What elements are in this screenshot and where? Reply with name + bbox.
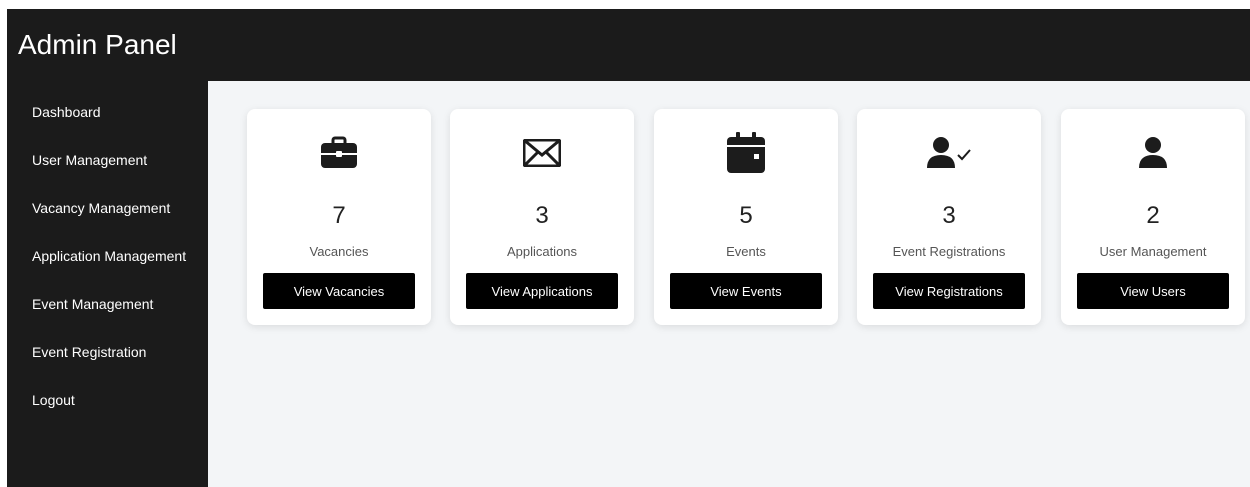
vacancies-card: 7 Vacancies View Vacancies: [247, 109, 431, 325]
event-registrations-count: 3: [942, 202, 956, 229]
admin-app: Admin Panel Dashboard User Management Va…: [7, 9, 1250, 487]
view-registrations-button[interactable]: View Registrations: [873, 273, 1025, 309]
user-icon: [1061, 133, 1245, 173]
envelope-icon: [450, 133, 634, 173]
vacancies-label: Vacancies: [309, 244, 369, 259]
briefcase-icon: [247, 133, 431, 173]
events-count: 5: [739, 202, 753, 229]
events-card: 5 Events View Events: [654, 109, 838, 325]
sidebar-item-user-management[interactable]: User Management: [32, 151, 147, 169]
applications-count: 3: [535, 202, 549, 229]
page-title: Admin Panel: [18, 29, 177, 60]
applications-card: 3 Applications View Applications: [450, 109, 634, 325]
user-management-label: User Management: [1099, 244, 1207, 259]
events-label: Events: [726, 244, 766, 259]
sidebar-item-event-registration[interactable]: Event Registration: [32, 343, 146, 361]
event-registrations-label: Event Registrations: [892, 244, 1006, 259]
sidebar-item-dashboard[interactable]: Dashboard: [32, 103, 101, 121]
view-applications-button[interactable]: View Applications: [466, 273, 618, 309]
user-management-card: 2 User Management View Users: [1061, 109, 1245, 325]
sidebar-item-event-management[interactable]: Event Management: [32, 295, 153, 313]
user-management-count: 2: [1146, 202, 1160, 229]
event-registrations-card: 3 Event Registrations View Registrations: [857, 109, 1041, 325]
sidebar-item-logout[interactable]: Logout: [32, 391, 75, 409]
sidebar: Dashboard User Management Vacancy Manage…: [7, 81, 208, 487]
view-users-button[interactable]: View Users: [1077, 273, 1229, 309]
calendar-icon: [654, 132, 838, 173]
view-events-button[interactable]: View Events: [670, 273, 822, 309]
user-check-icon: [857, 133, 1041, 173]
sidebar-item-vacancy-management[interactable]: Vacancy Management: [32, 199, 170, 217]
vacancies-count: 7: [332, 202, 346, 229]
top-bar: Admin Panel: [7, 9, 1250, 81]
sidebar-item-application-management[interactable]: Application Management: [32, 247, 186, 265]
applications-label: Applications: [506, 244, 578, 259]
view-vacancies-button[interactable]: View Vacancies: [263, 273, 415, 309]
